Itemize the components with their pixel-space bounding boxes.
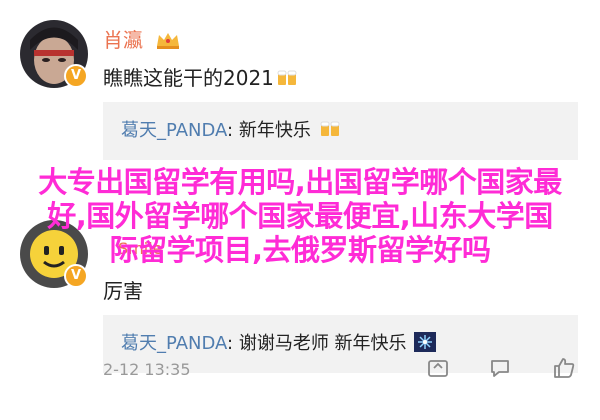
reply-box[interactable]: 葛天_PANDA: 新年快乐: [103, 102, 578, 160]
verified-badge-icon: V: [64, 64, 88, 88]
reply-text: : 新年快乐: [227, 120, 311, 141]
crown-badge-icon: [157, 33, 180, 49]
overlay-headline: 大专出国留学有用吗,出国留学哪个国家最 好,国外留学哪个国家最便宜,山东大学国 …: [0, 165, 600, 267]
overlay-line: 大专出国留学有用吗,出国留学哪个国家最: [38, 165, 562, 199]
reply-username[interactable]: 葛天_PANDA: [121, 333, 227, 354]
beer-cheers-emoji: [277, 70, 297, 85]
comment-item: V 肖瀛 瞧瞧这能干的2021 葛天_PANDA: 新年快乐: [0, 0, 600, 160]
reply-text: : 谢谢马老师 新年快乐: [227, 333, 407, 354]
comment-text: 瞧瞧这能干的2021: [103, 62, 298, 91]
fireworks-emoji: [414, 332, 437, 352]
username[interactable]: 肖瀛: [103, 24, 181, 53]
username-text[interactable]: 肖瀛: [103, 28, 143, 52]
reply-username[interactable]: 葛天_PANDA: [121, 120, 227, 141]
comment-text: 厉害: [103, 275, 143, 304]
timestamp: 2-12 13:35: [103, 360, 191, 379]
comment-body: 瞧瞧这能干的2021: [103, 66, 274, 90]
overlay-line: 好,国外留学哪个国家最便宜,山东大学国: [47, 199, 553, 233]
verified-badge-icon: V: [64, 264, 88, 288]
overlay-line: 际留学项目,去俄罗斯留学好吗: [109, 233, 491, 267]
comment-icon[interactable]: [488, 356, 512, 380]
repost-icon[interactable]: [426, 356, 450, 380]
like-icon[interactable]: [552, 356, 576, 380]
comment-body: 厉害: [103, 279, 143, 303]
beer-cheers-emoji: [320, 121, 340, 136]
